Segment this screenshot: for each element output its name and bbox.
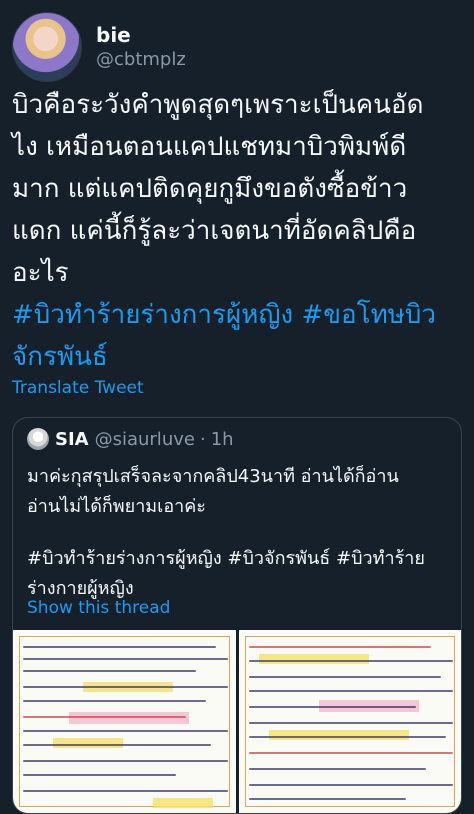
hashtag-link[interactable]: จักรพันธ์ <box>12 336 466 378</box>
quoted-tweet-text: มาค่ะกุสรุปเสร็จละจากคลิป43นาที อ่านได้ก… <box>27 462 452 604</box>
quoted-timestamp: 1h <box>210 428 234 450</box>
tweet-text-line: มาก แต่แคปติดคุยกูมึงขอตังซื้อข้าว <box>12 174 408 204</box>
quoted-author-name: SIA <box>55 428 89 450</box>
tweet-text: บิวคือระวังคำพูดสุดๆเพราะเป็นคนอัด ไง เห… <box>12 84 466 378</box>
tweet-header: bie @cbtmplz <box>12 12 186 82</box>
avatar[interactable] <box>12 12 82 82</box>
quoted-media <box>13 630 461 813</box>
quoted-author-handle: @siaurluve <box>94 428 195 450</box>
tweet-text-line: บิวคือระวังคำพูดสุดๆเพราะเป็นคนอัด <box>12 90 424 120</box>
quoted-text-line: อ่านไม่ได้ก็พยามเอาค่ะ <box>27 496 206 517</box>
translate-tweet-link[interactable]: Translate Tweet <box>12 378 144 398</box>
author-names: bie @cbtmplz <box>96 22 186 72</box>
handwritten-notes-image[interactable] <box>13 630 236 813</box>
author-handle[interactable]: @cbtmplz <box>96 48 186 72</box>
tweet-text-line: ไง เหมือนตอนแคปแชทมาบิวพิมพ์ดี <box>12 132 407 162</box>
quoted-hashtags: #บิวทำร้ายร่างการผู้หญิง #บิวจักรพันธ์ #… <box>27 548 425 569</box>
handwritten-notes-image[interactable] <box>238 630 461 813</box>
tweet-text-line: แดก แค่นี้ก็รู้ละว่าเจตนาที่อัดคลิปคือ <box>12 216 417 246</box>
meta-separator: · <box>199 428 206 450</box>
quoted-text-line: มาค่ะกุสรุปเสร็จละจากคลิป43นาที อ่านได้ก… <box>27 466 399 487</box>
show-thread-link[interactable]: Show this thread <box>27 598 170 618</box>
quoted-tweet-header: SIA @siaurluve · 1h <box>27 428 234 450</box>
hashtag-link[interactable]: #บิวทำร้ายร่างการผู้หญิง #ขอโทษบิว <box>12 294 466 336</box>
author-display-name[interactable]: bie <box>96 22 186 48</box>
quoted-tweet[interactable]: SIA @siaurluve · 1h มาค่ะกุสรุปเสร็จละจา… <box>12 417 462 814</box>
quoted-avatar <box>27 428 49 450</box>
tweet-text-line: อะไร <box>12 258 69 288</box>
